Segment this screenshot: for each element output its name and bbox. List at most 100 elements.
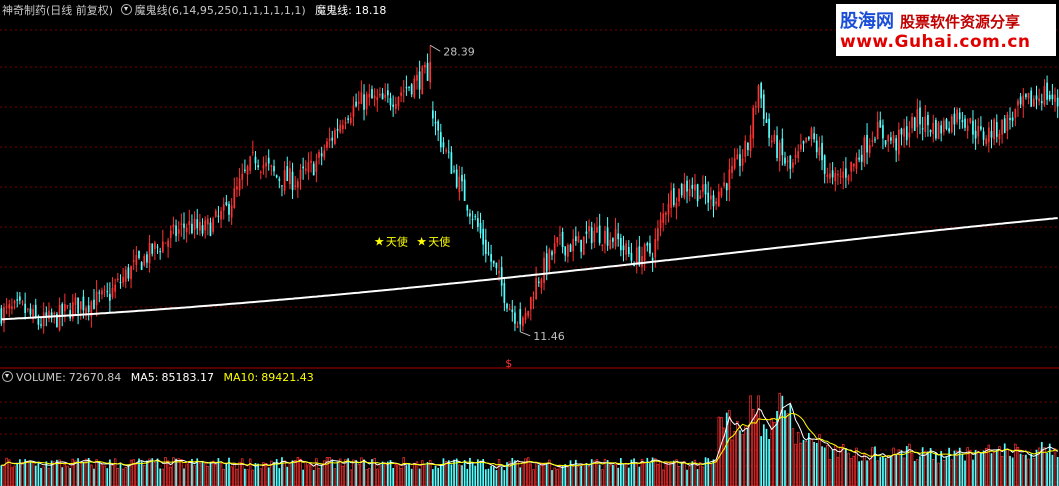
candle-body — [498, 270, 500, 274]
candle-body — [212, 218, 214, 232]
candle-body — [360, 92, 363, 104]
candle-body — [511, 309, 514, 313]
dropdown-icon[interactable] — [2, 371, 13, 382]
candle-body — [394, 103, 397, 109]
volume-bar — [561, 465, 564, 486]
ma10-label: MA10: — [223, 371, 259, 384]
candle-body — [985, 138, 988, 144]
candle-body — [315, 161, 318, 173]
candle-body — [424, 64, 426, 68]
candle-body — [379, 94, 381, 96]
candlestick-chart[interactable]: 28.3911.46$★ 天使 ★ 天使 — [0, 0, 1059, 486]
candle-body — [630, 252, 633, 261]
volume-bar — [1056, 456, 1059, 486]
candle-body — [884, 140, 887, 145]
ma5-value: 85183.17 — [161, 371, 215, 384]
candle-body — [1003, 118, 1006, 134]
ma10-value: 89421.43 — [261, 371, 314, 384]
volume-bar — [201, 460, 204, 486]
volume-bar — [278, 468, 281, 486]
candle-body — [890, 137, 892, 141]
candle-body — [355, 101, 357, 107]
price-header: 神奇制药(日线 前复权) 魔鬼线(6,14,95,250,1,1,1,1,1,1… — [2, 4, 386, 18]
candle-body — [119, 282, 122, 284]
volume-bar — [40, 467, 42, 486]
candle-body — [903, 128, 905, 137]
candle-body — [0, 308, 3, 324]
volume-bar — [146, 460, 148, 486]
candle-body — [551, 251, 553, 256]
volume-bar — [450, 464, 453, 486]
candle-body — [228, 203, 230, 215]
candle-body — [619, 238, 622, 251]
volume-bar — [93, 468, 95, 486]
candle-body — [1030, 90, 1033, 107]
candle-body — [998, 133, 1001, 140]
candle-body — [381, 93, 384, 100]
candle-body — [784, 157, 786, 164]
candle-body — [307, 162, 310, 173]
candle-body — [548, 249, 551, 270]
candle-body — [132, 260, 135, 262]
candle-body — [987, 127, 990, 143]
candle-body — [418, 71, 421, 90]
candle-body — [130, 266, 132, 280]
candle-body — [275, 175, 278, 178]
candle-body — [42, 312, 45, 327]
indicator-label[interactable]: 魔鬼线(6,14,95,250,1,1,1,1,1,1) — [135, 4, 306, 17]
period-label: (日线 前复权) — [46, 4, 114, 17]
candle-body — [929, 130, 932, 133]
candle-body — [696, 184, 699, 202]
candle-body — [1019, 96, 1022, 105]
candle-body — [553, 243, 556, 254]
candle-body — [167, 240, 169, 247]
candle-body — [273, 166, 275, 172]
candle-body — [429, 62, 432, 83]
candle-body — [172, 224, 175, 228]
candle-body — [863, 137, 866, 163]
candle-body — [217, 215, 220, 217]
candle-body — [159, 251, 162, 253]
candle-body — [29, 308, 32, 315]
candle-body — [866, 134, 868, 153]
candle-body — [169, 230, 172, 238]
candle-body — [11, 306, 13, 309]
candle-body — [376, 97, 379, 101]
volume-bar — [900, 450, 903, 486]
candle-body — [871, 140, 874, 142]
candle-body — [339, 124, 342, 133]
stock-name: 神奇制药 — [2, 4, 46, 17]
candle-body — [265, 162, 267, 167]
candle-body — [1006, 114, 1009, 132]
candle-body — [477, 218, 479, 227]
volume-bar — [638, 466, 641, 486]
volume-bar — [487, 468, 490, 486]
volume-bar — [1025, 454, 1027, 486]
volume-bar — [974, 449, 977, 486]
candle-body — [408, 86, 410, 88]
candle-body — [103, 289, 106, 291]
signal-label: 天使 — [428, 235, 450, 248]
candle-body — [561, 231, 564, 248]
candle-body — [860, 154, 863, 162]
candle-body — [64, 304, 66, 312]
volume-bar — [492, 466, 495, 486]
candle-body — [61, 303, 64, 316]
candle-body — [479, 222, 482, 234]
volume-bar — [302, 469, 304, 486]
volume-bar — [484, 469, 487, 486]
candle-body — [752, 107, 755, 139]
volume-bar — [418, 468, 421, 486]
candle-body — [927, 114, 929, 126]
candle-body — [111, 287, 114, 297]
dropdown-icon[interactable] — [120, 4, 132, 15]
candle-body — [524, 312, 527, 320]
candle-body — [588, 226, 590, 232]
candle-body — [432, 110, 434, 119]
volume-bar — [953, 450, 956, 486]
volume-bar — [765, 428, 768, 486]
volume-bar — [519, 467, 522, 486]
candle-body — [461, 174, 463, 182]
candle-body — [463, 179, 466, 201]
volume-bar — [151, 458, 154, 486]
